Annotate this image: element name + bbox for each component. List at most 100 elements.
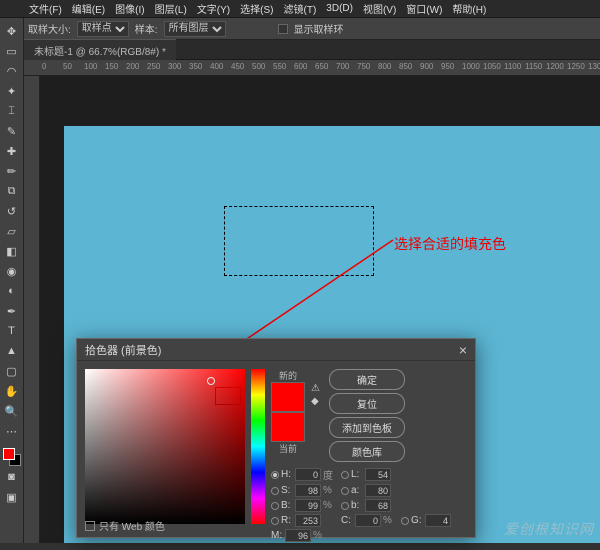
ruler-tick: 950 <box>441 62 454 71</box>
current-color-swatch <box>271 412 305 442</box>
menu-item[interactable]: 3D(D) <box>323 1 356 16</box>
crop-tool-icon[interactable]: ⌶ <box>2 102 22 120</box>
color-gradient-field[interactable] <box>85 369 245 524</box>
ruler-tick: 750 <box>357 62 370 71</box>
menu-item[interactable]: 视图(V) <box>360 0 399 18</box>
tutorial-highlight <box>215 387 241 405</box>
menu-item[interactable]: 文字(Y) <box>194 0 233 18</box>
ruler-tick: 600 <box>294 62 307 71</box>
document-tab-bar: 未标题-1 @ 66.7%(RGB/8#) * <box>0 40 600 60</box>
pen-tool-icon[interactable]: ✒ <box>2 302 22 320</box>
color-picker-titlebar[interactable]: 拾色器 (前景色) × <box>77 339 475 361</box>
dodge-tool-icon[interactable]: ◐ <box>2 282 22 300</box>
l-radio[interactable] <box>341 471 349 479</box>
web-only-label: 只有 Web 颜色 <box>99 518 165 533</box>
color-picker-dialog: 拾色器 (前景色) × 新的 当前 ⚠ ◆ 确定 <box>76 338 476 538</box>
shape-tool-icon[interactable]: ▢ <box>2 362 22 380</box>
screen-mode-icon[interactable]: ▣ <box>2 488 22 506</box>
s-input[interactable] <box>295 484 321 497</box>
menu-item[interactable]: 窗口(W) <box>403 0 445 18</box>
tool-bar: ✥ ▭ ◠ ✦ ⌶ ✎ ✚ ✏ ⧉ ↺ ▱ ◧ ◉ ◐ ✒ T ▲ ▢ ✋ 🔍 … <box>0 18 24 543</box>
ruler-tick: 1050 <box>483 62 501 71</box>
ruler-tick: 200 <box>126 62 139 71</box>
ok-button[interactable]: 确定 <box>329 369 405 390</box>
clone-stamp-tool-icon[interactable]: ⧉ <box>2 182 22 200</box>
menu-item[interactable]: 图像(I) <box>112 0 147 18</box>
s-radio[interactable] <box>271 487 279 495</box>
text-tool-icon[interactable]: T <box>2 322 22 340</box>
ruler-tick: 1000 <box>462 62 480 71</box>
foreground-color-swatch[interactable] <box>3 448 15 460</box>
ruler-tick: 300 <box>168 62 181 71</box>
ruler-tick: 650 <box>315 62 328 71</box>
show-ring-checkbox[interactable] <box>278 24 288 34</box>
cancel-button[interactable]: 复位 <box>329 393 405 414</box>
menu-bar: 文件(F)编辑(E)图像(I) 图层(L)文字(Y)选择(S) 滤镜(T)3D(D)… <box>0 0 600 18</box>
spot-heal-tool-icon[interactable]: ✚ <box>2 142 22 160</box>
color-picker-title: 拾色器 (前景色) <box>85 342 161 358</box>
h-input[interactable] <box>295 468 321 481</box>
options-bar: 取样大小: 取样点 样本: 所有图层 显示取样环 <box>0 18 600 40</box>
ruler-tick: 350 <box>189 62 202 71</box>
websafe-warning-icon[interactable]: ◆ <box>311 396 323 407</box>
menu-item[interactable]: 帮助(H) <box>449 0 489 18</box>
sample-select[interactable]: 所有图层 <box>164 21 226 37</box>
sample-label: 样本: <box>135 21 158 36</box>
ruler-tick: 1300 <box>588 62 600 71</box>
l-input[interactable] <box>365 468 391 481</box>
b-radio[interactable] <box>271 502 279 510</box>
marquee-tool-icon[interactable]: ▭ <box>2 42 22 60</box>
a-input[interactable] <box>365 484 391 497</box>
eyedropper-tool-icon[interactable]: ✎ <box>2 122 22 140</box>
gradient-cursor <box>207 377 215 385</box>
ruler-tick: 50 <box>63 62 72 71</box>
ruler-tick: 250 <box>147 62 160 71</box>
brush-tool-icon[interactable]: ✏ <box>2 162 22 180</box>
c-input[interactable] <box>355 514 381 527</box>
menu-item[interactable]: 文件(F) <box>26 0 65 18</box>
close-icon[interactable]: × <box>459 342 467 358</box>
gamut-warning-icon[interactable]: ⚠ <box>311 383 323 394</box>
hue-slider[interactable] <box>251 369 265 524</box>
color-libraries-button[interactable]: 颜色库 <box>329 441 405 462</box>
ruler-tick: 500 <box>252 62 265 71</box>
b2-radio[interactable] <box>341 502 349 510</box>
move-tool-icon[interactable]: ✥ <box>2 22 22 40</box>
blur-tool-icon[interactable]: ◉ <box>2 262 22 280</box>
color-swatches[interactable] <box>0 448 23 468</box>
g-input[interactable] <box>425 514 451 527</box>
hand-tool-icon[interactable]: ✋ <box>2 382 22 400</box>
path-select-tool-icon[interactable]: ▲ <box>2 342 22 360</box>
menu-item[interactable]: 图层(L) <box>152 0 190 18</box>
m-input[interactable] <box>285 529 311 542</box>
r-radio[interactable] <box>271 517 279 525</box>
menu-item[interactable]: 编辑(E) <box>69 0 108 18</box>
menu-item[interactable]: 选择(S) <box>237 0 276 18</box>
history-brush-tool-icon[interactable]: ↺ <box>2 202 22 220</box>
document-tab[interactable]: 未标题-1 @ 66.7%(RGB/8#) * <box>24 39 176 61</box>
r-input[interactable] <box>295 514 321 527</box>
horizontal-ruler: 0501001502002503003504004505005506006507… <box>24 60 600 76</box>
web-only-checkbox[interactable] <box>85 521 95 531</box>
a-radio[interactable] <box>341 487 349 495</box>
add-swatch-button[interactable]: 添加到色板 <box>329 417 405 438</box>
ruler-tick: 0 <box>42 62 46 71</box>
sample-size-select[interactable]: 取样点 <box>77 21 129 37</box>
menu-item[interactable]: 滤镜(T) <box>281 0 320 18</box>
eraser-tool-icon[interactable]: ▱ <box>2 222 22 240</box>
h-radio[interactable] <box>271 471 279 479</box>
ruler-tick: 900 <box>420 62 433 71</box>
gradient-tool-icon[interactable]: ◧ <box>2 242 22 260</box>
zoom-tool-icon[interactable]: 🔍 <box>2 402 22 420</box>
g-radio[interactable] <box>401 517 409 525</box>
ruler-tick: 1150 <box>525 62 542 71</box>
b-input[interactable] <box>295 499 321 512</box>
magic-wand-tool-icon[interactable]: ✦ <box>2 82 22 100</box>
quick-mask-icon[interactable]: ◙ <box>2 468 22 486</box>
ruler-tick: 400 <box>210 62 223 71</box>
edit-toolbar-icon[interactable]: ⋯ <box>2 422 22 440</box>
ruler-tick: 150 <box>105 62 118 71</box>
b2-input[interactable] <box>365 499 391 512</box>
ruler-tick: 100 <box>84 62 97 71</box>
lasso-tool-icon[interactable]: ◠ <box>2 62 22 80</box>
